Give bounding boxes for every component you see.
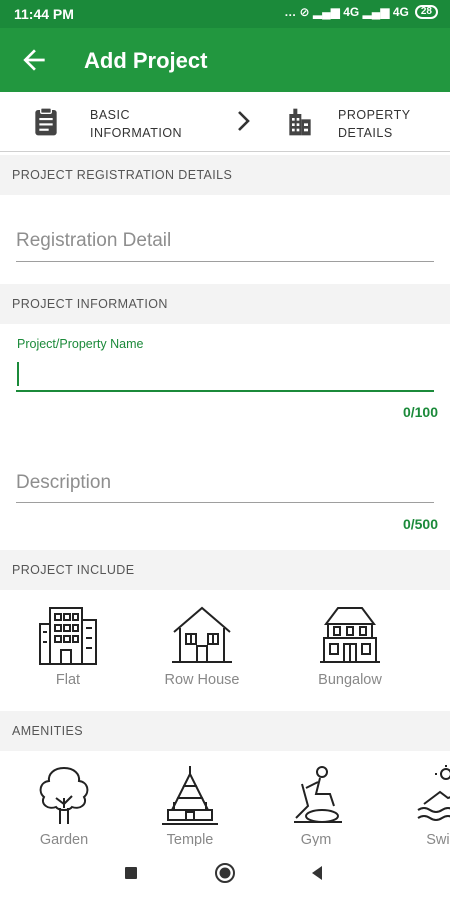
app-bar: Add Project: [0, 28, 450, 92]
project-name-counter: 0/100: [402, 404, 438, 420]
amenity-garden[interactable]: Garden: [20, 764, 108, 848]
description-placeholder: Description: [16, 472, 112, 493]
section-include-header: PROJECT INCLUDE: [0, 550, 450, 590]
page-title: Add Project: [84, 48, 208, 73]
step-property-details[interactable]: PROPERTY DETAILS: [338, 106, 411, 142]
amenity-gym[interactable]: Gym: [272, 764, 360, 848]
section-amenities-header: AMENITIES: [0, 711, 450, 751]
tree-icon: [39, 766, 89, 824]
section-registration-header: PROJECT REGISTRATION DETAILS: [0, 155, 450, 195]
step-indicator: BASIC INFORMATION PROPERTY DETAILS: [0, 92, 450, 152]
include-row-house[interactable]: Row House: [152, 602, 252, 688]
system-navigation-bar: [0, 846, 450, 900]
status-indicators: … ⊘ ▂▄▆ 4G ▂▄▆ 4G 28: [284, 5, 438, 19]
include-row-house-label: Row House: [164, 672, 240, 688]
amenity-temple[interactable]: Temple: [146, 764, 234, 848]
gym-icon: [294, 766, 342, 823]
status-time: 11:44 PM: [14, 6, 74, 22]
description-field[interactable]: Description: [16, 472, 434, 503]
amenity-swimming[interactable]: Swim: [400, 764, 450, 848]
project-name-label: Project/Property Name: [17, 337, 144, 351]
section-information-header: PROJECT INFORMATION: [0, 284, 450, 324]
swimming-icon: [417, 765, 450, 821]
temple-icon: [162, 766, 218, 825]
network-indicators: … ⊘ ▂▄▆ 4G ▂▄▆ 4G: [284, 5, 409, 19]
description-counter: 0/500: [402, 516, 438, 532]
chevron-right-icon: [238, 111, 250, 131]
include-bungalow[interactable]: Bungalow: [300, 602, 400, 688]
back-triangle-icon[interactable]: [307, 862, 329, 884]
recents-icon[interactable]: [120, 862, 142, 884]
row-house-icon: [172, 606, 232, 663]
bungalow-icon: [320, 607, 380, 663]
arrow-left-icon[interactable]: [18, 44, 50, 76]
registration-detail-placeholder: Registration Detail: [16, 230, 172, 251]
registration-detail-field[interactable]: Registration Detail: [16, 230, 434, 262]
step-basic-information[interactable]: BASIC INFORMATION: [90, 106, 182, 142]
battery-icon: 28: [414, 5, 438, 19]
status-bar: 11:44 PM … ⊘ ▂▄▆ 4G ▂▄▆ 4G 28: [0, 0, 450, 28]
building-icon: [289, 108, 311, 136]
flat-building-icon: [39, 607, 97, 665]
text-caret: [17, 362, 19, 386]
include-flat[interactable]: Flat: [20, 602, 116, 688]
clipboard-icon: [35, 107, 57, 136]
include-flat-label: Flat: [55, 672, 81, 688]
home-icon[interactable]: [214, 862, 236, 884]
project-name-field[interactable]: [16, 358, 434, 392]
include-bungalow-label: Bungalow: [318, 672, 382, 688]
